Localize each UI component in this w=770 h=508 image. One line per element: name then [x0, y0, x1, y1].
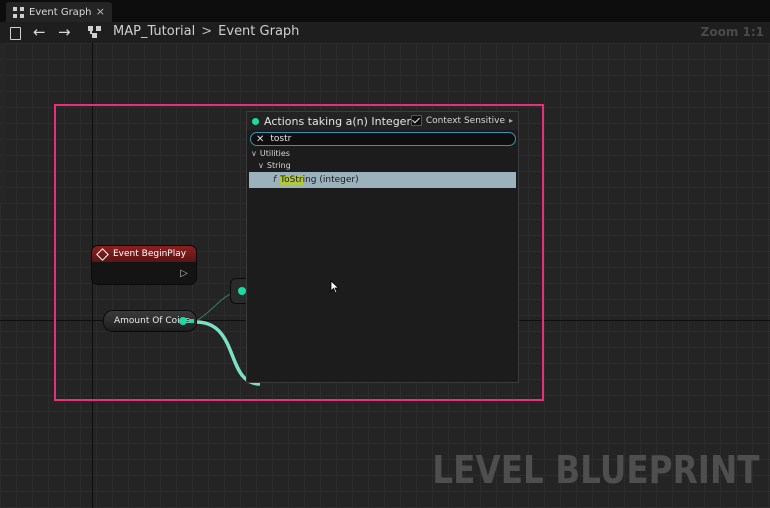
chevron-down-icon: ∨ — [251, 149, 257, 158]
category-label: String — [266, 161, 291, 170]
search-input[interactable]: ✕ tostr — [250, 132, 516, 146]
context-sensitive-label: Context Sensitive — [425, 115, 505, 126]
integer-dot-icon — [252, 117, 259, 125]
category-utilities[interactable]: ∨ Utilities — [251, 149, 290, 158]
triangle-right-icon[interactable]: ▸ — [509, 116, 513, 125]
action-menu-title: Actions taking a(n) Integer — [264, 114, 411, 128]
checkbox-checked-icon[interactable] — [410, 115, 422, 126]
category-string[interactable]: ∨ String — [258, 161, 291, 170]
mouse-cursor-icon — [330, 280, 340, 294]
result-match: ToStr — [280, 175, 303, 185]
context-sensitive-toggle[interactable]: Context Sensitive ▸ — [410, 115, 513, 126]
clear-search-icon[interactable]: ✕ — [256, 134, 264, 145]
result-rest: ing (integer) — [302, 175, 359, 185]
function-icon: f — [273, 175, 277, 185]
search-value: tostr — [270, 134, 292, 144]
category-label: Utilities — [259, 149, 290, 158]
result-tostring-integer[interactable]: f ToStr ing (integer) — [249, 172, 516, 188]
action-menu: Actions taking a(n) Integer Context Sens… — [247, 112, 518, 382]
chevron-down-icon: ∨ — [258, 161, 264, 170]
